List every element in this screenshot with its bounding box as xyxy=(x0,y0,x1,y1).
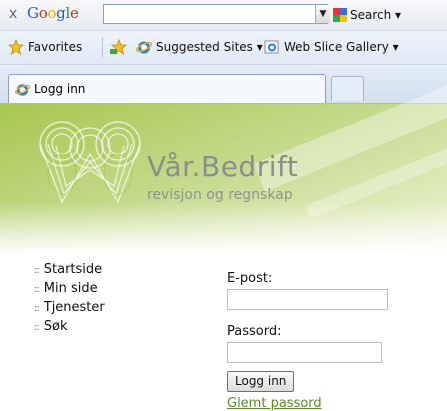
ie-icon xyxy=(136,41,152,54)
favorites-button[interactable]: Favorites xyxy=(8,39,82,55)
web-slice-gallery-label: Web Slice Gallery ▾ xyxy=(284,40,399,54)
chevron-down-icon: ▼ xyxy=(319,9,327,19)
google-search-button[interactable]: Search ▾ xyxy=(333,5,401,25)
nav-item-startside[interactable]: :: Startside xyxy=(34,260,105,279)
favorites-label: Favorites xyxy=(28,40,83,54)
favorites-separator xyxy=(102,37,103,57)
login-form: E-post: Passord: Logg inn Glemt passord xyxy=(227,270,388,411)
company-logo-icon xyxy=(39,121,141,204)
password-field[interactable] xyxy=(227,342,382,363)
google-toolbar: x Google ▼ Search ▾ xyxy=(0,0,447,31)
bullet-icon: :: xyxy=(34,322,40,333)
google-logo-text: Google xyxy=(27,4,79,22)
email-label: E-post: xyxy=(227,271,273,286)
new-tab-button[interactable] xyxy=(331,76,364,101)
bullet-icon: :: xyxy=(34,265,40,276)
company-name: Vår.Bedrift xyxy=(147,150,299,183)
ie-icon xyxy=(15,83,30,96)
email-field[interactable] xyxy=(227,289,388,310)
web-slice-icon xyxy=(264,40,279,54)
web-slice-gallery-button[interactable]: Web Slice Gallery ▾ xyxy=(264,39,399,55)
login-button[interactable]: Logg inn xyxy=(227,371,295,392)
nav-item-label: Tjenester xyxy=(43,300,105,315)
toolbar-close-button[interactable]: x xyxy=(9,6,17,22)
favorites-bar: Favorites Suggested Sites ▾ Web Slice Ga… xyxy=(0,31,447,65)
nav-item-tjenester[interactable]: :: Tjenester xyxy=(34,298,105,317)
company-tagline: revisjon og regnskap xyxy=(147,187,293,203)
suggested-sites-button[interactable]: Suggested Sites ▾ xyxy=(136,39,263,55)
add-favorite-icon xyxy=(110,39,128,55)
header-banner: Vår.Bedrift revisjon og regnskap xyxy=(0,66,447,254)
google-search-input[interactable] xyxy=(103,4,328,24)
nav-item-label: Søk xyxy=(43,319,68,334)
bullet-icon: :: xyxy=(34,303,40,314)
tab-title: Logg inn xyxy=(34,82,86,96)
nav-item-label: Startside xyxy=(43,262,103,277)
nav-item-min-side[interactable]: :: Min side xyxy=(34,279,105,298)
suggested-sites-label: Suggested Sites ▾ xyxy=(156,40,263,54)
google-search-icon xyxy=(333,8,347,22)
star-icon xyxy=(8,39,24,55)
nav-item-label: Min side xyxy=(43,281,98,296)
site-navigation: :: Startside :: Min side :: Tjenester :: Søk xyxy=(34,260,105,336)
search-history-dropdown[interactable]: ▼ xyxy=(315,5,330,23)
search-button-label: Search ▾ xyxy=(350,8,402,22)
bullet-icon: :: xyxy=(34,284,40,295)
google-logo: Google xyxy=(27,4,79,22)
password-label: Passord: xyxy=(227,324,282,339)
tab-strip: Logg inn xyxy=(0,65,447,104)
tab-logg-inn[interactable]: Logg inn xyxy=(8,74,326,103)
nav-item-sok[interactable]: :: Søk xyxy=(34,317,105,336)
web-page: Vår.Bedrift revisjon og regnskap :: Start… xyxy=(0,66,447,411)
add-to-favorites-bar-button[interactable] xyxy=(110,39,128,55)
